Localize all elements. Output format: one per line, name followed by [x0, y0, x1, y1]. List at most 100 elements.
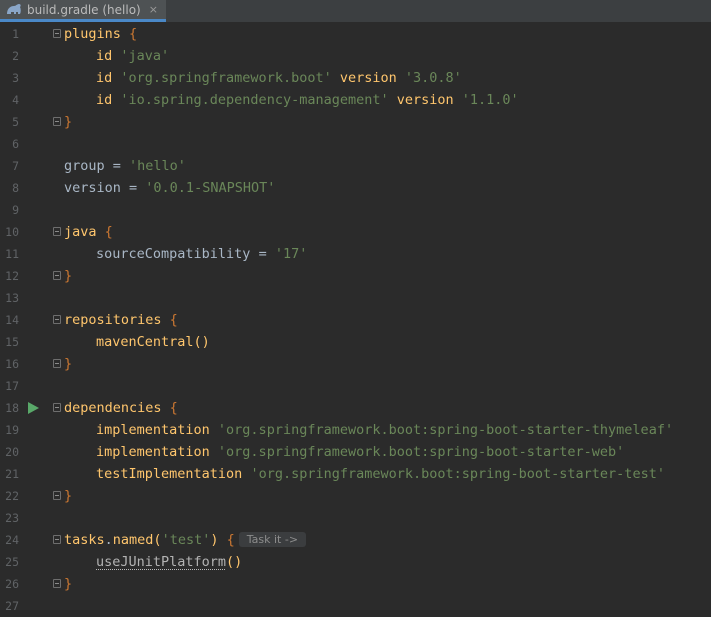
tab-build-gradle[interactable]: build.gradle (hello) ×: [0, 0, 166, 22]
close-icon[interactable]: ×: [149, 3, 158, 16]
code-token: }: [64, 576, 73, 592]
line-number: 5: [12, 115, 19, 129]
code-token: '3.0.8': [404, 70, 462, 86]
code-editor[interactable]: 1 plugins { 2 id 'java' 3 id 'org.spring…: [0, 23, 711, 617]
code-token: 'java': [120, 48, 170, 64]
code-token: implementation: [96, 422, 218, 438]
code-token: 'org.springframework.boot:spring-boot-st…: [250, 466, 665, 482]
line-number: 23: [5, 511, 19, 525]
code-token: 'org.springframework.boot': [120, 70, 332, 86]
code-line: 8 version = '0.0.1-SNAPSHOT': [0, 177, 711, 199]
code-token: }: [64, 114, 73, 130]
code-token: {: [226, 532, 235, 548]
line-number: 10: [5, 225, 19, 239]
fold-icon[interactable]: [53, 227, 61, 236]
line-number: 17: [5, 379, 19, 393]
fold-icon[interactable]: [53, 579, 61, 588]
code-token: =: [120, 180, 146, 196]
code-token: }: [64, 488, 73, 504]
line-number: 6: [12, 137, 19, 151]
code-token: java: [64, 224, 105, 240]
code-token: (): [226, 554, 243, 570]
code-token: repositories: [64, 312, 170, 328]
code-token: ): [210, 532, 227, 548]
code-token: tasks: [64, 532, 105, 548]
code-line: 14 repositories {: [0, 309, 711, 331]
code-token: '0.0.1-SNAPSHOT': [145, 180, 276, 196]
code-line: 23: [0, 507, 711, 529]
code-token: {: [104, 224, 113, 240]
code-line: 21 testImplementation 'org.springframewo…: [0, 463, 711, 485]
code-line: 20 implementation 'org.springframework.b…: [0, 441, 711, 463]
code-token: }: [64, 356, 73, 372]
fold-icon[interactable]: [53, 359, 61, 368]
code-line: 19 implementation 'org.springframework.b…: [0, 419, 711, 441]
code-token: id: [96, 70, 121, 86]
code-token: =: [104, 158, 130, 174]
line-number: 18: [5, 401, 19, 415]
line-number: 1: [12, 27, 19, 41]
line-number: 11: [5, 247, 19, 261]
line-number: 4: [12, 93, 19, 107]
line-number: 7: [12, 159, 19, 173]
line-number: 16: [5, 357, 19, 371]
code-token: sourceCompatibility: [96, 246, 251, 262]
code-line: 18 dependencies {: [0, 397, 711, 419]
fold-icon[interactable]: [53, 117, 61, 126]
code-line: 6: [0, 133, 711, 155]
code-line: 1 plugins {: [0, 23, 711, 45]
code-token: group: [64, 158, 105, 174]
code-token: 'test': [161, 532, 211, 548]
line-number: 25: [5, 555, 19, 569]
code-token: version: [64, 180, 121, 196]
code-line: 3 id 'org.springframework.boot' version …: [0, 67, 711, 89]
code-token: .: [104, 532, 113, 548]
code-line: 5 }: [0, 111, 711, 133]
code-token: {: [169, 312, 178, 328]
code-token: version: [388, 92, 462, 108]
code-line: 9: [0, 199, 711, 221]
code-token: '17': [274, 246, 308, 262]
gradle-elephant-icon: [7, 3, 21, 14]
line-number: 8: [12, 181, 19, 195]
fold-icon[interactable]: [53, 403, 61, 412]
line-number: 3: [12, 71, 19, 85]
code-token: mavenCentral(): [96, 334, 210, 350]
tab-title: build.gradle (hello): [27, 2, 141, 17]
line-number: 26: [5, 577, 19, 591]
code-line: 25 useJUnitPlatform(): [0, 551, 711, 573]
code-line: 4 id 'io.spring.dependency-management' v…: [0, 89, 711, 111]
code-token: {: [129, 26, 138, 42]
code-token: dependencies: [64, 400, 170, 416]
code-line: 24 tasks.named('test') {Task it ->: [0, 529, 711, 551]
code-line: 2 id 'java': [0, 45, 711, 67]
fold-icon[interactable]: [53, 315, 61, 324]
code-token: testImplementation: [96, 466, 251, 482]
code-line: 15 mavenCentral(): [0, 331, 711, 353]
fold-icon[interactable]: [53, 491, 61, 500]
code-line: 11 sourceCompatibility = '17': [0, 243, 711, 265]
code-token: version: [331, 70, 405, 86]
line-number: 13: [5, 291, 19, 305]
code-line: 13: [0, 287, 711, 309]
run-gutter-icon[interactable]: [28, 402, 39, 414]
code-line: 27: [0, 595, 711, 617]
code-line: 10 java {: [0, 221, 711, 243]
fold-icon[interactable]: [53, 271, 61, 280]
line-number: 14: [5, 313, 19, 327]
fold-icon[interactable]: [53, 535, 61, 544]
code-token: =: [250, 246, 275, 262]
code-token: id: [96, 92, 121, 108]
line-number: 27: [5, 599, 19, 613]
line-number: 20: [5, 445, 19, 459]
inlay-hint[interactable]: Task it ->: [238, 532, 307, 547]
fold-icon[interactable]: [53, 29, 61, 38]
line-number: 24: [5, 533, 19, 547]
code-token: named(: [112, 532, 162, 548]
code-token: plugins: [64, 26, 130, 42]
code-line: 12 }: [0, 265, 711, 287]
line-number: 19: [5, 423, 19, 437]
code-line: 26 }: [0, 573, 711, 595]
line-number: 22: [5, 489, 19, 503]
code-token: useJUnitPlatform: [96, 554, 227, 570]
